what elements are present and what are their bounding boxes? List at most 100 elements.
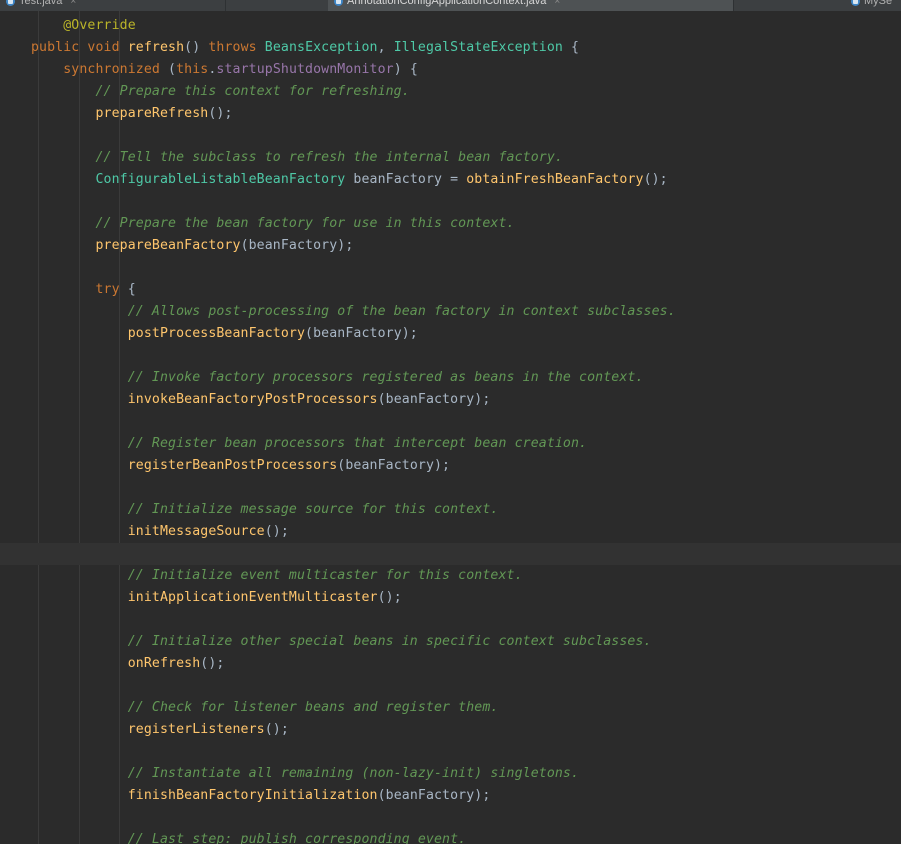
code-token-var: beanFactory	[248, 238, 338, 253]
java-file-icon	[334, 0, 343, 6]
code-line[interactable]: // Prepare this context for refreshing.	[0, 81, 901, 103]
code-token-cmt: // Check for listener beans and register…	[127, 700, 499, 715]
code-token-cls: IllegalStateException	[393, 40, 563, 55]
code-token-pun: ();	[377, 590, 402, 605]
code-token-pun: (	[377, 788, 386, 803]
code-token-pun: );	[401, 326, 418, 341]
editor-tab-test[interactable]: Test.java ×	[0, 0, 225, 11]
editor-tab-annotationconfigapplicationcontext[interactable]: AnnotationConfigApplicationContext.java …	[328, 0, 733, 11]
code-token-cmt: // Instantiate all remaining (non-lazy-i…	[127, 766, 580, 781]
code-line[interactable]: prepareRefresh();	[0, 103, 901, 125]
code-line[interactable]	[0, 477, 901, 499]
code-token-cls: ConfigurableListableBeanFactory	[95, 172, 346, 187]
code-token-cmt: // Initialize event multicaster for this…	[127, 568, 523, 583]
code-token-cmt: // Register bean processors that interce…	[127, 436, 588, 451]
close-icon[interactable]: ×	[70, 0, 76, 7]
java-file-icon	[851, 0, 860, 6]
code-line[interactable]: try {	[0, 279, 901, 301]
code-token-fld: startupShutdownMonitor	[216, 62, 394, 77]
code-token-var: beanFactory	[385, 392, 475, 407]
code-token-pun: (	[305, 326, 314, 341]
code-line[interactable]: // Register bean processors that interce…	[0, 433, 901, 455]
code-line[interactable]: // Prepare the bean factory for use in t…	[0, 213, 901, 235]
code-line[interactable]	[0, 125, 901, 147]
code-line[interactable]: ConfigurableListableBeanFactory beanFact…	[0, 169, 901, 191]
code-token-var: beanFactory	[353, 172, 443, 187]
code-token-pun: ,	[377, 40, 394, 55]
code-token-mth: registerBeanPostProcessors	[127, 458, 338, 473]
code-line[interactable]: prepareBeanFactory(beanFactory);	[0, 235, 901, 257]
code-token-cmt: // Initialize other special beans in spe…	[127, 634, 652, 649]
code-text-area[interactable]: @Override public void refresh() throws Be…	[0, 11, 901, 844]
close-icon[interactable]: ×	[554, 0, 560, 7]
code-line[interactable]: // Allows post-processing of the bean fa…	[0, 301, 901, 323]
code-line[interactable]: public void refresh() throws BeansExcept…	[0, 37, 901, 59]
code-line[interactable]: // Initialize message source for this co…	[0, 499, 901, 521]
code-token-kw: this	[176, 62, 209, 77]
code-token-mth: invokeBeanFactoryPostProcessors	[127, 392, 378, 407]
code-line[interactable]: @Override	[0, 15, 901, 37]
code-line[interactable]	[0, 675, 901, 697]
code-line[interactable]: // Check for listener beans and register…	[0, 697, 901, 719]
code-token-pun: {	[119, 282, 136, 297]
code-token-mth: initMessageSource	[127, 524, 265, 539]
code-token-cls: BeansException	[264, 40, 378, 55]
code-token-mth: postProcessBeanFactory	[127, 326, 306, 341]
code-line[interactable]: onRefresh();	[0, 653, 901, 675]
code-line[interactable]: // Last step: publish corresponding even…	[0, 829, 901, 844]
code-line[interactable]	[0, 257, 901, 279]
code-token-var: beanFactory	[345, 458, 434, 473]
code-token-mth: prepareBeanFactory	[95, 238, 241, 253]
code-token-cmt: // Initialize message source for this co…	[127, 502, 499, 517]
code-token-pun	[120, 40, 128, 55]
code-token-kw: void	[87, 40, 120, 55]
code-line[interactable]: registerBeanPostProcessors(beanFactory);	[0, 455, 901, 477]
code-line[interactable]: // Tell the subclass to refresh the inte…	[0, 147, 901, 169]
code-line[interactable]: synchronized (this.startupShutdownMonito…	[0, 59, 901, 81]
code-line[interactable]	[0, 807, 901, 829]
code-token-pun: ();	[208, 106, 233, 121]
code-line[interactable]: registerListeners();	[0, 719, 901, 741]
code-line[interactable]	[0, 543, 901, 565]
tab-separator	[225, 0, 226, 11]
code-line[interactable]: // Initialize other special beans in spe…	[0, 631, 901, 653]
code-line[interactable]: postProcessBeanFactory(beanFactory);	[0, 323, 901, 345]
editor-tab-myse[interactable]: MySe	[845, 0, 901, 11]
code-token-mth: initApplicationEventMulticaster	[127, 590, 378, 605]
code-line[interactable]	[0, 411, 901, 433]
code-token-pun: ();	[264, 524, 289, 539]
code-token-var: beanFactory	[385, 788, 475, 803]
code-token-mth: obtainFreshBeanFactory	[466, 172, 644, 187]
code-token-mth: refresh	[127, 40, 185, 55]
tab-separator	[733, 0, 734, 11]
code-token-cmt: // Prepare the bean factory for use in t…	[95, 216, 515, 231]
code-token-mth: prepareRefresh	[95, 106, 209, 121]
code-token-pun: ) {	[393, 62, 418, 77]
code-token-kw: try	[95, 282, 120, 297]
editor-tab-label: Test.java	[19, 0, 63, 7]
code-token-pun: (	[377, 392, 386, 407]
code-line[interactable]	[0, 345, 901, 367]
java-file-icon	[6, 0, 15, 6]
code-token-cmt: // Last step: publish corresponding even…	[127, 832, 467, 844]
code-token-anno: @Override	[63, 18, 136, 33]
code-token-pun: ();	[643, 172, 668, 187]
code-line[interactable]	[0, 191, 901, 213]
code-token-kw: public	[31, 40, 80, 55]
code-token-kw: synchronized	[63, 62, 160, 77]
code-line[interactable]	[0, 609, 901, 631]
code-line[interactable]	[0, 741, 901, 763]
code-editor[interactable]: @Override public void refresh() throws Be…	[0, 11, 901, 844]
code-line[interactable]: initMessageSource();	[0, 521, 901, 543]
code-line[interactable]: initApplicationEventMulticaster();	[0, 587, 901, 609]
code-line[interactable]: finishBeanFactoryInitialization(beanFact…	[0, 785, 901, 807]
code-line[interactable]: // Initialize event multicaster for this…	[0, 565, 901, 587]
code-token-pun: (	[240, 238, 249, 253]
code-token-mth: finishBeanFactoryInitialization	[127, 788, 378, 803]
code-token-var: beanFactory	[313, 326, 402, 341]
code-token-mth: registerListeners	[127, 722, 265, 737]
code-token-pun	[257, 40, 265, 55]
code-line[interactable]: // Instantiate all remaining (non-lazy-i…	[0, 763, 901, 785]
code-line[interactable]: // Invoke factory processors registered …	[0, 367, 901, 389]
code-line[interactable]: invokeBeanFactoryPostProcessors(beanFact…	[0, 389, 901, 411]
